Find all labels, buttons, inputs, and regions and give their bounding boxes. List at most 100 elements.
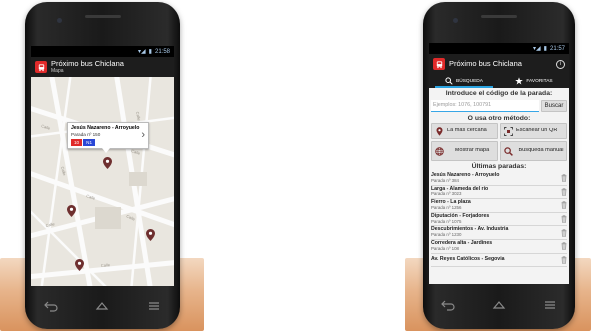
- list-item[interactable]: Larga - Alameda del río Parada nº 3023: [431, 186, 567, 200]
- popup-stop-number: Parada nº 150: [71, 131, 101, 137]
- tab-search[interactable]: BÚSQUEDA: [429, 74, 499, 88]
- bus-stop-pin-icon[interactable]: [75, 259, 84, 271]
- street-label: Calle: [60, 166, 67, 177]
- list-item[interactable]: Jesús Nazareno - Arroyuelo Parada nº 384: [431, 172, 567, 186]
- earpiece: [481, 15, 517, 18]
- stop-info-popup[interactable]: Jesús Nazareno - Arroyuelo Parada nº 150…: [67, 122, 149, 153]
- menu-icon[interactable]: [146, 299, 162, 313]
- info-icon[interactable]: i: [556, 59, 565, 69]
- search-icon: [445, 77, 453, 85]
- search-button[interactable]: Buscar: [541, 99, 567, 112]
- method-label: Escanear un QR: [516, 128, 558, 134]
- method-label: La más cercana: [447, 128, 487, 134]
- stop-number: Parada nº 1075: [431, 218, 462, 224]
- bus-icon: [35, 61, 47, 73]
- line-badge: N1: [83, 139, 95, 147]
- bus-stop-pin-icon[interactable]: [103, 157, 112, 169]
- qr-scan-icon: [504, 126, 513, 136]
- stop-number: Parada nº 1256: [431, 204, 462, 210]
- method-label: Búsqueda manual: [518, 148, 564, 154]
- location-pin-icon: [436, 126, 443, 136]
- bus-stop-pin-icon[interactable]: [146, 229, 155, 241]
- status-bar: ▾◢ ▮ 21:58: [31, 46, 174, 57]
- street-label: Calle: [101, 262, 111, 268]
- stop-number: Parada nº 3023: [431, 191, 462, 197]
- trash-icon[interactable]: [561, 201, 567, 210]
- battery-icon: ▮: [543, 46, 547, 52]
- list-item[interactable]: Fierro - La plaza Parada nº 1256: [431, 199, 567, 213]
- list-item[interactable]: Corredera alta - Jardines Parada nº 108: [431, 240, 567, 254]
- search-screen: ▾◢ ▮ 21:57 Próximo bus Chiclana i BÚSQUE…: [429, 43, 569, 284]
- battery-icon: ▮: [148, 49, 152, 55]
- stop-code-input[interactable]: [431, 99, 539, 112]
- trash-icon[interactable]: [561, 188, 567, 196]
- street-label: Calle: [135, 111, 142, 122]
- trash-icon[interactable]: [561, 256, 567, 264]
- app-bar: Próximo bus Chiclana Mapa: [31, 57, 174, 77]
- street-label: Calle: [131, 148, 142, 156]
- recent-stops-list: Jesús Nazareno - Arroyuelo Parada nº 384 …: [429, 171, 569, 268]
- app-bar: Próximo bus Chiclana i: [429, 54, 569, 74]
- earpiece: [84, 15, 121, 18]
- nearest-stop-button[interactable]: La más cercana: [431, 123, 498, 139]
- map-view[interactable]: Calle Calle Calle Calle Calle Calle Call…: [31, 77, 174, 286]
- trash-icon[interactable]: [561, 228, 567, 237]
- phone-map: ▾◢ ▮ 21:58 Próximo bus Chiclana Mapa Cal…: [25, 2, 180, 329]
- back-icon[interactable]: [43, 299, 59, 313]
- star-icon: [515, 77, 524, 85]
- front-camera: [57, 18, 62, 23]
- status-time: 21:57: [549, 45, 565, 52]
- stop-number: Parada nº 1230: [431, 232, 462, 238]
- status-bar: ▾◢ ▮ 21:57: [429, 43, 569, 54]
- methods-heading: O usa otro método:: [467, 115, 531, 122]
- search-row: Buscar: [429, 98, 569, 113]
- stop-number: Parada nº 384: [431, 177, 459, 183]
- map-screen: ▾◢ ▮ 21:58 Próximo bus Chiclana Mapa Cal…: [31, 46, 174, 286]
- tab-label: FAVORITAS: [526, 78, 553, 84]
- street-label: Calle: [126, 213, 137, 222]
- list-item[interactable]: Descubrimientos - Av. Industria Parada nº…: [431, 226, 567, 240]
- street-label: Calle: [45, 221, 56, 228]
- nav-bar: [423, 285, 575, 325]
- methods-grid: La más cercana Escanear un QR Mostrar ma…: [429, 123, 569, 161]
- app-title-block: Próximo bus Chiclana Mapa: [51, 60, 124, 74]
- chevron-right-icon[interactable]: ›: [141, 130, 145, 141]
- app-title: Próximo bus Chiclana: [449, 59, 522, 69]
- stop-name: Av. Reyes Católicos - Segovia: [431, 256, 505, 262]
- status-time: 21:58: [154, 48, 170, 55]
- popup-lines: 10 N1: [71, 139, 145, 147]
- manual-search-button[interactable]: Búsqueda manual: [500, 141, 567, 161]
- method-label: Mostrar mapa: [454, 148, 490, 154]
- bus-icon: [433, 58, 445, 70]
- trash-icon[interactable]: [561, 215, 567, 223]
- home-icon[interactable]: [94, 299, 110, 313]
- stop-number: Parada nº 108: [431, 245, 459, 251]
- magnifier-icon: [504, 146, 513, 156]
- bus-stop-pin-icon[interactable]: [67, 205, 76, 217]
- app-subtitle: Mapa: [51, 67, 64, 74]
- code-heading: Introduce el código de la parada:: [445, 90, 553, 97]
- app-title: Próximo bus Chiclana: [51, 59, 124, 69]
- front-camera: [453, 18, 458, 23]
- street-map: Calle Calle Calle Calle Calle Calle Call…: [31, 77, 174, 286]
- scan-qr-button[interactable]: Escanear un QR: [500, 123, 567, 139]
- trash-icon[interactable]: [561, 242, 567, 251]
- signal-icon: ▾◢: [533, 46, 541, 52]
- scene: ▾◢ ▮ 21:58 Próximo bus Chiclana Mapa Cal…: [0, 0, 591, 331]
- street-label: Calle: [41, 123, 52, 131]
- list-item[interactable]: Diputación - Forjadores Parada nº 1075: [431, 213, 567, 227]
- tab-label: BÚSQUEDA: [456, 78, 483, 84]
- tab-bar: BÚSQUEDA FAVORITAS: [429, 74, 569, 88]
- globe-icon: [435, 146, 444, 156]
- back-icon[interactable]: [440, 298, 456, 312]
- trash-icon[interactable]: [561, 174, 567, 183]
- menu-icon[interactable]: [542, 298, 558, 312]
- nav-bar: [25, 286, 180, 326]
- show-map-button[interactable]: Mostrar mapa: [431, 141, 498, 161]
- line-badge: 10: [71, 139, 83, 147]
- tab-favorites[interactable]: FAVORITAS: [499, 74, 569, 88]
- signal-icon: ▾◢: [138, 49, 146, 55]
- search-panel: Introduce el código de la parada: Buscar…: [429, 88, 569, 284]
- list-item[interactable]: Av. Reyes Católicos - Segovia: [431, 254, 567, 268]
- home-icon[interactable]: [491, 298, 507, 312]
